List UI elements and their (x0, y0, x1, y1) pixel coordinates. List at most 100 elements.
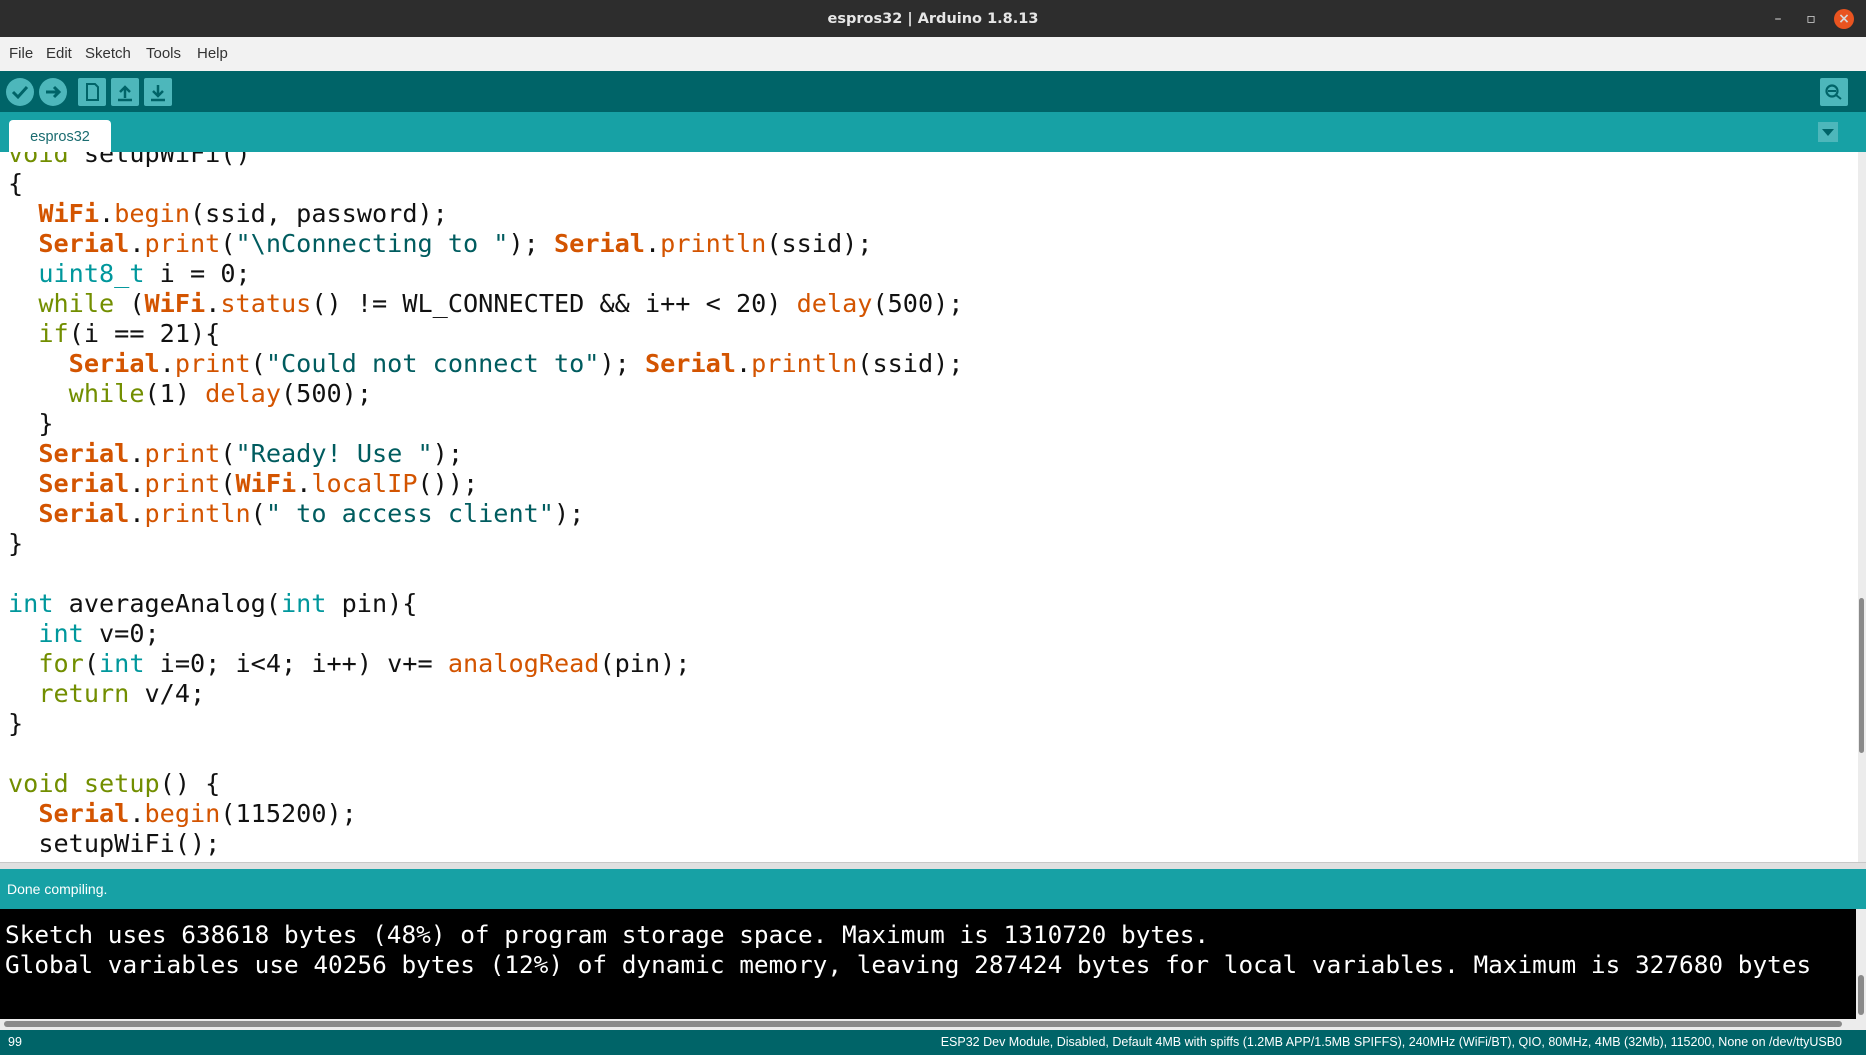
close-button[interactable]: × (1834, 9, 1854, 29)
save-sketch-button[interactable] (144, 78, 172, 106)
code-token: for (38, 649, 84, 678)
status-message: Done compiling. (7, 881, 108, 897)
code-editor[interactable]: void setupWiFi(){ WiFi.begin(ssid, passw… (0, 152, 1858, 862)
code-lines: void setupWiFi(){ WiFi.begin(ssid, passw… (8, 152, 963, 859)
code-token: "\nConnecting to " (235, 229, 509, 258)
line-number: 99 (8, 1035, 22, 1049)
bottom-status-bar: 99 ESP32 Dev Module, Disabled, Default 4… (0, 1030, 1866, 1055)
code-line: if(i == 21){ (8, 319, 963, 349)
upload-button[interactable] (39, 78, 67, 106)
menu-sketch[interactable]: Sketch (85, 37, 131, 71)
editor-scrollbar[interactable] (1858, 152, 1866, 862)
code-token: . (644, 229, 661, 258)
code-token: println (751, 349, 858, 378)
code-token: () != WL_CONNECTED && i++ < 20) (311, 289, 797, 318)
code-token: ( (220, 229, 236, 258)
code-token: setupWiFi() (83, 152, 251, 168)
code-token: Serial (38, 799, 130, 828)
code-line: void setup() { (8, 769, 963, 799)
code-token: (ssid); (857, 349, 964, 378)
code-token: while (38, 289, 115, 318)
code-token: "Ready! Use " (235, 439, 433, 468)
verify-button[interactable] (6, 78, 34, 106)
code-token: Serial (68, 349, 160, 378)
open-up-arrow-icon (118, 85, 132, 102)
editor-scrollbar-thumb[interactable] (1859, 598, 1864, 753)
code-token: (pin); (599, 649, 691, 678)
new-sketch-button[interactable] (78, 78, 106, 106)
status-message-bar: Done compiling. (0, 869, 1866, 909)
console-output[interactable]: Sketch uses 638618 bytes (48%) of progra… (0, 909, 1856, 1019)
code-token: } (8, 409, 54, 438)
code-line: while(1) delay(500); (8, 379, 963, 409)
console-horizontal-scrollbar-thumb[interactable] (4, 1021, 1842, 1027)
serial-monitor-button[interactable] (1820, 78, 1848, 106)
code-token: int (99, 649, 145, 678)
code-token: } (8, 529, 24, 558)
board-info: ESP32 Dev Module, Disabled, Default 4MB … (940, 1035, 1842, 1049)
console-scrollbar-thumb[interactable] (1858, 975, 1864, 1015)
toolbar (0, 71, 1866, 112)
code-token: WiFi (235, 469, 297, 498)
code-token: . (205, 289, 221, 318)
code-token: . (129, 499, 145, 528)
menu-help[interactable]: Help (197, 37, 228, 71)
tab-espros32[interactable]: espros32 (9, 120, 111, 152)
code-line: Serial.print("Could not connect to"); Se… (8, 349, 964, 379)
code-token: analogRead (447, 649, 600, 678)
code-line: int averageAnalog(int pin){ (8, 589, 963, 619)
code-line: Serial.print("Ready! Use "); (8, 439, 963, 469)
code-token: ( (250, 349, 266, 378)
code-token: int (38, 619, 84, 648)
code-token: () { (159, 769, 221, 798)
code-token: print (144, 229, 221, 258)
code-line: uint8_t i = 0; (8, 259, 963, 289)
code-token: (i == 21){ (68, 319, 221, 348)
code-token: void (8, 152, 84, 168)
code-token: v=0; (83, 619, 160, 648)
code-token: WiFi (144, 289, 206, 318)
code-token: (ssid, password); (190, 199, 448, 228)
menu-file[interactable]: File (9, 37, 33, 71)
tab-menu-button[interactable] (1818, 122, 1838, 142)
code-token: i=0; i<4; i++) v+= (144, 649, 448, 678)
save-down-arrow-icon (151, 85, 165, 102)
code-token: setup (83, 769, 160, 798)
minimize-button[interactable]: – (1768, 9, 1788, 29)
code-token: v/4; (129, 679, 206, 708)
code-token: localIP (311, 469, 418, 498)
code-line: } (8, 709, 963, 739)
code-token: begin (144, 799, 221, 828)
code-token: (1) (144, 379, 206, 408)
chevron-down-icon (1822, 129, 1834, 136)
code-token: delay (205, 379, 281, 408)
code-token: Serial (38, 229, 130, 258)
open-sketch-button[interactable] (111, 78, 139, 106)
menu-tools[interactable]: Tools (146, 37, 181, 71)
menu-bar: File Edit Sketch Tools Help (0, 37, 1866, 72)
code-line: { (8, 169, 963, 199)
title-bar: espros32 | Arduino 1.8.13 – ▫ × (0, 0, 1866, 37)
code-line: return v/4; (8, 679, 963, 709)
code-token: . (129, 799, 145, 828)
code-token: begin (114, 199, 191, 228)
console-line: Sketch uses 638618 bytes (48%) of progra… (5, 920, 1210, 949)
code-token: . (296, 469, 312, 498)
code-token: pin){ (326, 589, 418, 618)
code-token: if (38, 319, 69, 348)
maximize-button[interactable]: ▫ (1801, 9, 1821, 29)
code-token: Serial (38, 469, 130, 498)
code-token: (500); (872, 289, 964, 318)
menu-edit[interactable]: Edit (46, 37, 72, 71)
magnifier-icon (1825, 84, 1842, 100)
code-token: ); (599, 349, 645, 378)
code-token: . (159, 349, 175, 378)
code-token: (ssid); (766, 229, 873, 258)
code-token: . (129, 229, 145, 258)
code-token: println (144, 499, 251, 528)
